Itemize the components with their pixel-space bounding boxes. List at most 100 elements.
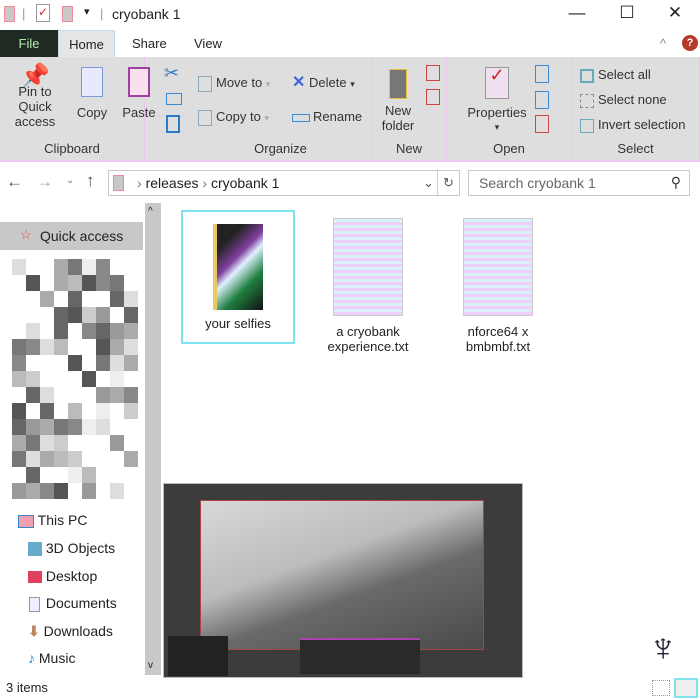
nav-this-pc[interactable]: This PC [18, 512, 87, 528]
scroll-up-icon[interactable]: ^ [148, 206, 153, 217]
pixel-block [68, 403, 82, 419]
pixel-block [110, 483, 124, 499]
back-button[interactable]: ← [6, 172, 23, 192]
pixel-block [68, 307, 82, 323]
cut-icon[interactable]: ✂ [164, 63, 179, 84]
nav-3d-objects[interactable]: 3D Objects [28, 540, 115, 557]
folder-icon [113, 175, 124, 191]
breadcrumb-cryobank[interactable]: cryobank 1 [211, 175, 279, 191]
tab-file[interactable]: File [0, 30, 58, 58]
select-label: Select [617, 141, 654, 156]
download-icon: ⬇ [28, 623, 40, 639]
text-file-icon [463, 218, 533, 316]
pixel-block [96, 339, 110, 355]
pixel-block [54, 339, 68, 355]
quick-access-item[interactable]: ☆ Quick access [0, 222, 143, 250]
large-icons-view-icon[interactable] [674, 678, 698, 698]
pixel-block [12, 403, 26, 419]
copy-to-button[interactable]: Copy to ▾ [198, 109, 269, 126]
history-icon[interactable] [535, 115, 549, 133]
pixel-block [96, 323, 110, 339]
pixel-block [96, 259, 110, 275]
new-folder-quick-icon[interactable] [62, 6, 73, 22]
pixel-block [26, 451, 40, 467]
pixel-block [110, 275, 124, 291]
select-all-button[interactable]: Select all [580, 67, 651, 83]
close-button[interactable]: ✕ [660, 3, 690, 23]
pixel-block [82, 483, 96, 499]
pixel-block [68, 419, 82, 435]
paste-button[interactable]: Paste [118, 67, 160, 120]
pin-quick-access-button[interactable]: 📌 Pin to Quick access [0, 65, 70, 130]
file-item-nforce64[interactable]: nforce64 x bmbmbf.txt [441, 210, 555, 354]
address-dropdown-icon[interactable]: ⌄ [423, 175, 434, 191]
ribbon: 📌 Pin to Quick access Copy Paste Clipboa… [0, 57, 700, 162]
pixel-block [68, 355, 82, 371]
pixel-block [96, 387, 110, 403]
logo-icon: ♆ [648, 626, 678, 670]
select-none-button[interactable]: Select none [580, 92, 667, 108]
breadcrumb-releases[interactable]: releases [146, 175, 199, 191]
pixel-block [110, 371, 124, 387]
forward-button[interactable]: → [36, 172, 53, 192]
copy-path-icon[interactable] [166, 93, 182, 105]
nav-music[interactable]: ♪ Music [28, 650, 75, 666]
pixel-block [68, 467, 82, 483]
move-to-button[interactable]: Move to ▾ [198, 75, 270, 92]
pixel-block [54, 451, 68, 467]
pixel-block [40, 291, 54, 307]
scroll-down-icon[interactable]: v [148, 660, 153, 671]
nav-desktop[interactable]: Desktop [28, 568, 97, 584]
details-view-icon[interactable] [652, 680, 670, 696]
edit-icon[interactable] [535, 91, 549, 109]
tab-home[interactable]: Home [58, 30, 115, 58]
pixel-block [12, 339, 26, 355]
nav-scrollbar[interactable]: ^ v [145, 203, 161, 675]
file-item-cryobank-experience[interactable]: a cryobank experience.txt [311, 210, 425, 354]
minimize-button[interactable]: — [562, 3, 592, 23]
properties-button[interactable]: ✓ Properties ▾ [467, 66, 527, 135]
delete-button[interactable]: ✕ Delete ▾ [292, 75, 355, 92]
pixel-block [12, 483, 26, 499]
pixel-block [82, 259, 96, 275]
new-group: New folder New [372, 57, 447, 160]
pixel-block [54, 483, 68, 499]
maximize-button[interactable]: ☐ [612, 3, 642, 23]
copy-button[interactable]: Copy [72, 67, 112, 120]
collapse-ribbon-icon[interactable]: ^ [660, 36, 666, 51]
tab-share[interactable]: Share [122, 30, 177, 58]
pixel-block [110, 355, 124, 371]
properties-icon: ✓ [485, 66, 509, 99]
paste-shortcut-icon[interactable] [166, 115, 180, 133]
nav-downloads[interactable]: ⬇ Downloads [28, 623, 113, 640]
invert-selection-button[interactable]: Invert selection [580, 117, 685, 133]
invert-selection-icon [580, 118, 594, 133]
new-folder-button[interactable]: New folder [378, 69, 418, 133]
tab-view[interactable]: View [184, 30, 232, 58]
help-icon[interactable]: ? [682, 35, 698, 51]
properties-quick-icon[interactable]: ✓ [36, 4, 50, 22]
pixel-block [124, 387, 138, 403]
new-item-icon[interactable] [426, 65, 440, 81]
search-input[interactable]: Search cryobank 1 ⚲ [468, 170, 690, 196]
clipboard-label: Clipboard [44, 141, 100, 156]
address-bar[interactable]: › releases › cryobank 1 ⌄ ↻ [108, 170, 460, 196]
pixel-block [26, 435, 40, 451]
pixel-block [40, 451, 54, 467]
desktop-icon [28, 571, 42, 584]
open-icon[interactable] [535, 65, 549, 83]
file-item-your-selfies[interactable]: your selfies [181, 210, 295, 344]
pixel-block [124, 355, 138, 371]
up-button[interactable]: ↑ [86, 171, 95, 191]
pixel-block [40, 339, 54, 355]
recent-locations-button[interactable]: ⌄ [66, 175, 74, 186]
customize-toolbar-icon[interactable]: ▾ [84, 5, 90, 18]
pixel-block [124, 291, 138, 307]
rename-button[interactable]: Rename [292, 109, 362, 124]
documents-icon [29, 596, 40, 612]
nav-documents[interactable]: Documents [28, 595, 117, 612]
easy-access-icon[interactable] [426, 89, 440, 105]
pixel-block [54, 275, 68, 291]
refresh-icon[interactable]: ↻ [437, 171, 459, 195]
ribbon-tabs: File Home Share View ^ ? [0, 30, 700, 58]
